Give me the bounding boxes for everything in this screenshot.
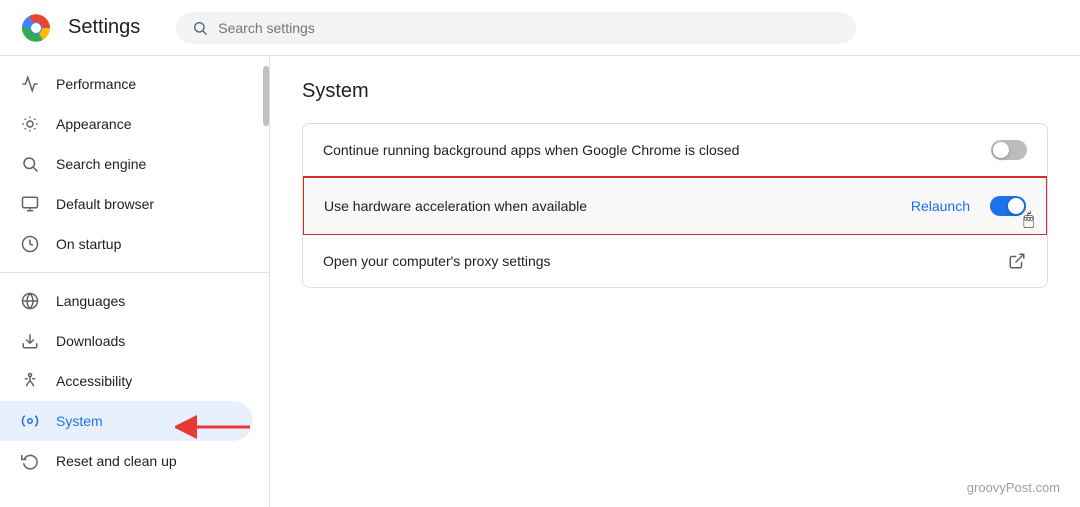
section-title: System [302, 80, 1048, 103]
sidebar-item-label: On startup [56, 236, 121, 252]
sidebar-item-label: Search engine [56, 156, 146, 172]
sidebar-item-label: Downloads [56, 333, 125, 349]
hardware-acceleration-toggle[interactable]: 🖱 [990, 196, 1026, 216]
hardware-acceleration-actions: Relaunch 🖱 [903, 194, 1026, 218]
chrome-logo [20, 12, 52, 44]
sidebar-item-languages[interactable]: Languages [0, 281, 253, 321]
background-apps-label: Continue running background apps when Go… [323, 142, 991, 158]
search-icon [192, 20, 208, 36]
scroll-thumb[interactable] [263, 66, 269, 126]
background-apps-toggle[interactable] [991, 140, 1027, 160]
toggle-thumb [1008, 198, 1024, 214]
on-startup-icon [20, 234, 40, 254]
sidebar-item-system[interactable]: System [0, 401, 253, 441]
content-area: System Continue running background apps … [270, 56, 1080, 507]
proxy-label: Open your computer's proxy settings [323, 253, 1007, 269]
scroll-indicator [263, 56, 269, 507]
hardware-acceleration-label: Use hardware acceleration when available [324, 198, 903, 214]
main-layout: Performance Appearance Search engine [0, 56, 1080, 507]
sidebar-item-on-startup[interactable]: On startup [0, 224, 253, 264]
sidebar-item-label: Reset and clean up [56, 453, 177, 469]
sidebar-item-reset[interactable]: Reset and clean up [0, 441, 253, 481]
search-engine-icon [20, 154, 40, 174]
watermark: groovyPost.com [967, 480, 1060, 495]
sidebar-item-default-browser[interactable]: Default browser [0, 184, 253, 224]
relaunch-button[interactable]: Relaunch [903, 194, 978, 218]
sidebar-item-downloads[interactable]: Downloads [0, 321, 253, 361]
sidebar-item-performance[interactable]: Performance [0, 64, 253, 104]
sidebar-divider [0, 272, 269, 273]
toggle-thumb [993, 142, 1009, 158]
reset-icon [20, 451, 40, 471]
accessibility-icon [20, 371, 40, 391]
default-browser-icon [20, 194, 40, 214]
search-bar [176, 12, 856, 44]
sidebar: Performance Appearance Search engine [0, 56, 270, 507]
sidebar-item-appearance[interactable]: Appearance [0, 104, 253, 144]
languages-icon [20, 291, 40, 311]
sidebar-item-label: Default browser [56, 196, 154, 212]
sidebar-item-label: Languages [56, 293, 125, 309]
background-apps-actions [991, 140, 1027, 160]
sidebar-item-search-engine[interactable]: Search engine [0, 144, 253, 184]
system-icon [20, 411, 40, 431]
app-title: Settings [68, 16, 140, 39]
top-bar: Settings [0, 0, 1080, 56]
proxy-actions [1007, 251, 1027, 271]
settings-row-hardware-acceleration: Use hardware acceleration when available… [302, 176, 1048, 236]
settings-row-proxy: Open your computer's proxy settings [303, 235, 1047, 287]
sidebar-item-accessibility[interactable]: Accessibility [0, 361, 253, 401]
settings-card: Continue running background apps when Go… [302, 123, 1048, 288]
cursor-indicator: 🖱 [1023, 209, 1034, 230]
search-input[interactable] [218, 20, 840, 36]
appearance-icon [20, 114, 40, 134]
performance-icon [20, 74, 40, 94]
sidebar-item-label: System [56, 413, 103, 429]
downloads-icon [20, 331, 40, 351]
sidebar-item-label: Appearance [56, 116, 132, 132]
settings-row-background-apps: Continue running background apps when Go… [303, 124, 1047, 177]
sidebar-item-label: Accessibility [56, 373, 132, 389]
external-link-icon[interactable] [1007, 251, 1027, 271]
sidebar-item-label: Performance [56, 76, 136, 92]
